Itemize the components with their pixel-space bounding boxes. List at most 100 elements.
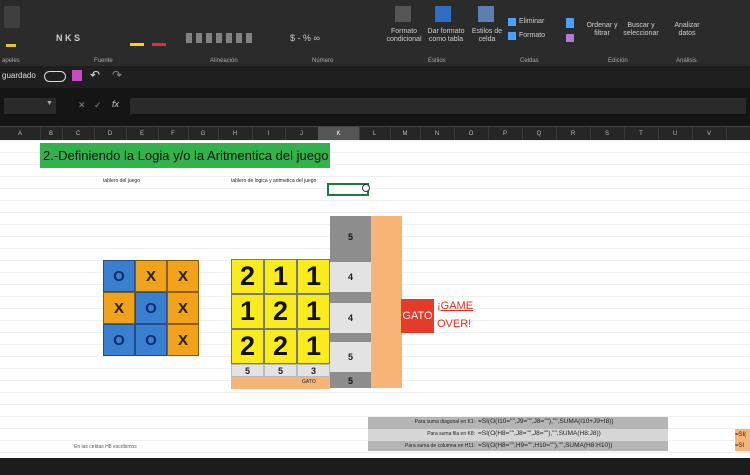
- board-cell[interactable]: O: [103, 324, 135, 356]
- fill-color-icon[interactable]: [130, 33, 144, 46]
- column-header[interactable]: L: [359, 127, 391, 141]
- logic-cell[interactable]: 2: [264, 329, 297, 364]
- column-sum-cell[interactable]: 5: [231, 364, 264, 377]
- right-edge-cell[interactable]: =SI(: [735, 429, 750, 441]
- ribbon: N K S $ - % ∞ Formato condicional Dar fo…: [0, 0, 750, 66]
- column-header[interactable]: H: [218, 127, 253, 141]
- formula-row-label: Para suma fila en K8:: [427, 431, 475, 437]
- column-header[interactable]: N: [420, 127, 455, 141]
- logic-cell[interactable]: 2: [231, 259, 264, 294]
- board-cell[interactable]: O: [103, 260, 135, 292]
- delete-icon[interactable]: [508, 18, 516, 26]
- column-header[interactable]: I: [252, 127, 286, 141]
- name-box-dropdown-icon[interactable]: ▼: [46, 100, 53, 107]
- column-header[interactable]: J: [285, 127, 319, 141]
- font-style-buttons[interactable]: N K S: [56, 33, 80, 43]
- column-header[interactable]: T: [624, 127, 659, 141]
- clipboard-group-label: apeles: [2, 58, 20, 64]
- logic-cell[interactable]: 1: [231, 294, 264, 329]
- board-cell[interactable]: O: [135, 292, 167, 324]
- logic-cell[interactable]: 2: [231, 329, 264, 364]
- formula-row-text: =SI(O(H8="",J8="",J8=""),"",SUMA(H8:J8)): [478, 430, 601, 437]
- column-header[interactable]: A: [0, 127, 41, 141]
- column-header[interactable]: S: [590, 127, 625, 141]
- fx-icon[interactable]: fx: [112, 99, 119, 109]
- column-header[interactable]: K: [318, 127, 360, 141]
- delete-button[interactable]: Eliminar: [519, 18, 544, 26]
- right-sum-cell[interactable]: 4: [330, 303, 371, 333]
- column-header[interactable]: D: [94, 127, 127, 141]
- logic-cell[interactable]: 1: [297, 294, 330, 329]
- autosave-toggle[interactable]: [44, 71, 66, 82]
- cells-group-label: Celdas: [520, 58, 539, 64]
- worksheet[interactable]: 2.-Definiendo la Logia y/o la Aritmentic…: [0, 140, 750, 458]
- column-header[interactable]: E: [126, 127, 159, 141]
- column-header[interactable]: U: [658, 127, 693, 141]
- save-icon[interactable]: [72, 70, 82, 81]
- find-select-button[interactable]: Buscar y seleccionar: [618, 22, 664, 38]
- logic-cell[interactable]: 1: [264, 259, 297, 294]
- column-header[interactable]: O: [454, 127, 489, 141]
- formula-row-label: Para suma de columna en H11:: [405, 443, 475, 449]
- editing-group-label: Edición: [608, 58, 628, 64]
- paste-icon[interactable]: [4, 6, 20, 28]
- column-header[interactable]: P: [488, 127, 523, 141]
- board-cell[interactable]: X: [167, 324, 199, 356]
- right-sum-cell[interactable]: 4: [330, 262, 371, 292]
- number-format[interactable]: $ - % ∞: [290, 33, 320, 43]
- sheet-title[interactable]: 2.-Definiendo la Logia y/o la Aritmentic…: [40, 143, 330, 168]
- formula-input[interactable]: [130, 98, 746, 114]
- formula-row-text: =SI(O(H8="",H9="",H10=""),"",SUMA(H8:H10…: [478, 442, 613, 449]
- cell-styles-icon[interactable]: [478, 6, 494, 22]
- number-group-label: Número: [312, 58, 334, 64]
- analyze-data-button[interactable]: Analizar datos: [672, 22, 702, 38]
- logic-cell[interactable]: 1: [297, 259, 330, 294]
- right-sum-cell[interactable]: 5: [330, 222, 371, 252]
- align-icons[interactable]: [186, 33, 254, 43]
- peach-column[interactable]: [371, 216, 402, 388]
- alignment-group-label: Alineación: [210, 58, 238, 64]
- conditional-format-button[interactable]: Formato condicional: [382, 28, 426, 44]
- cancel-icon[interactable]: ✕: [78, 100, 86, 111]
- right-sum-cell[interactable]: 5: [330, 342, 371, 372]
- cell-styles-button[interactable]: Estilos de celda: [470, 28, 504, 44]
- column-sum-cell[interactable]: 3: [297, 364, 330, 377]
- redo-icon[interactable]: ↷: [112, 68, 122, 82]
- sort-filter-button[interactable]: Ordenar y filtrar: [584, 22, 620, 38]
- right-sum-cell[interactable]: 5: [330, 374, 371, 388]
- game-over-line-2: OVER!: [437, 318, 472, 330]
- format-button[interactable]: Formato: [519, 32, 545, 40]
- board-cell[interactable]: X: [135, 260, 167, 292]
- quick-access-toolbar: guardado ↶ ↷: [0, 66, 750, 88]
- logic-cell[interactable]: 2: [264, 294, 297, 329]
- column-header[interactable]: Q: [522, 127, 557, 141]
- confirm-icon[interactable]: ✓: [94, 100, 102, 111]
- font-color-icon[interactable]: [152, 33, 166, 46]
- format-as-table-button[interactable]: Dar formato como tabla: [422, 28, 470, 44]
- column-header[interactable]: V: [692, 127, 727, 141]
- autosum-icon[interactable]: [566, 18, 574, 28]
- board-cell[interactable]: X: [167, 292, 199, 324]
- column-header[interactable]: G: [188, 127, 219, 141]
- styles-group-label: Estilos: [428, 58, 446, 64]
- column-headers: ABCDEFGHIJKLMNOPQRSTUV: [0, 126, 750, 141]
- gato-badge[interactable]: GATO: [401, 299, 434, 333]
- column-sum-cell[interactable]: 5: [264, 364, 297, 377]
- board-cell[interactable]: O: [135, 324, 167, 356]
- board-cell[interactable]: X: [103, 292, 135, 324]
- formula-row-label: Para suma diagonal en K1:: [414, 419, 475, 425]
- undo-icon[interactable]: ↶: [90, 68, 100, 82]
- format-icon[interactable]: [508, 32, 516, 40]
- board-cell[interactable]: X: [167, 260, 199, 292]
- logic-cell[interactable]: 1: [297, 329, 330, 364]
- column-header[interactable]: B: [40, 127, 63, 141]
- column-header[interactable]: R: [556, 127, 591, 141]
- conditional-format-icon[interactable]: [395, 6, 411, 22]
- column-header[interactable]: F: [158, 127, 189, 141]
- clear-icon[interactable]: [566, 34, 574, 42]
- format-painter-icon[interactable]: [6, 34, 16, 47]
- table-format-icon[interactable]: [435, 6, 451, 22]
- right-edge-cell[interactable]: =SI: [735, 441, 750, 451]
- column-header[interactable]: C: [62, 127, 95, 141]
- column-header[interactable]: M: [390, 127, 421, 141]
